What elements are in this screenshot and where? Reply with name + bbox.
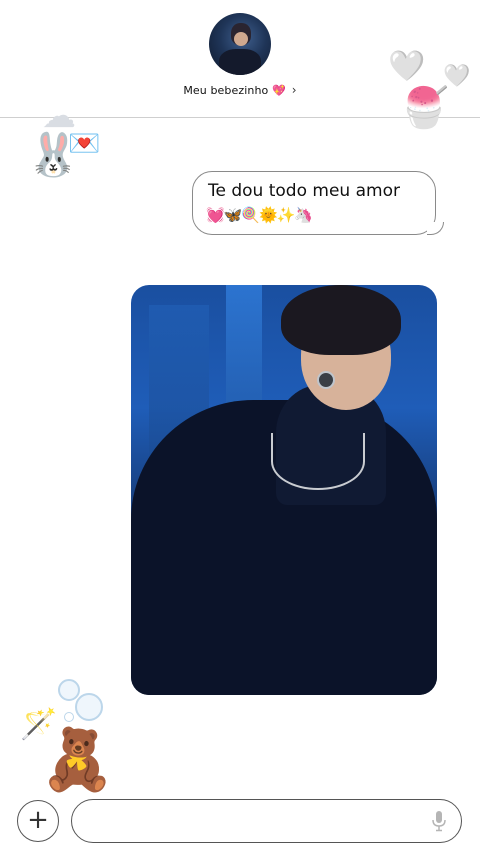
avatar-body [219, 49, 261, 75]
photo-headset-mic [317, 371, 335, 389]
shaved-ice-sticker: 🍧 [399, 85, 449, 131]
message-text: Te dou todo meu amor [208, 181, 400, 201]
add-attachment-button[interactable]: + [17, 800, 59, 842]
heart-sticker: 🤍 [388, 49, 426, 84]
soap-bubble-sticker [75, 693, 103, 721]
photo-message[interactable] [131, 285, 437, 695]
soap-bubble-sticker [58, 679, 80, 701]
chevron-right-icon: › [291, 83, 297, 97]
teddy-bear-sticker: 🧸 [40, 725, 115, 795]
message-emoji-line: 💓🦋🍭🌞✨🦄 [206, 206, 313, 224]
cloud-sticker: ☁ [42, 96, 76, 136]
soap-bubble-sticker [64, 712, 74, 722]
photo-necklace [271, 433, 365, 490]
love-letter-sticker: 💌 [68, 129, 101, 159]
photo-hair [281, 285, 401, 355]
message-input[interactable] [86, 808, 420, 834]
message-input-container[interactable] [71, 799, 462, 843]
contact-avatar[interactable] [209, 13, 271, 75]
microphone-icon[interactable] [431, 810, 447, 832]
avatar-face [234, 32, 248, 46]
contact-name: Meu bebezinho 💖 [183, 84, 286, 97]
message-bubble[interactable]: Te dou todo meu amor 💓🦋🍭🌞✨🦄 [192, 171, 444, 235]
